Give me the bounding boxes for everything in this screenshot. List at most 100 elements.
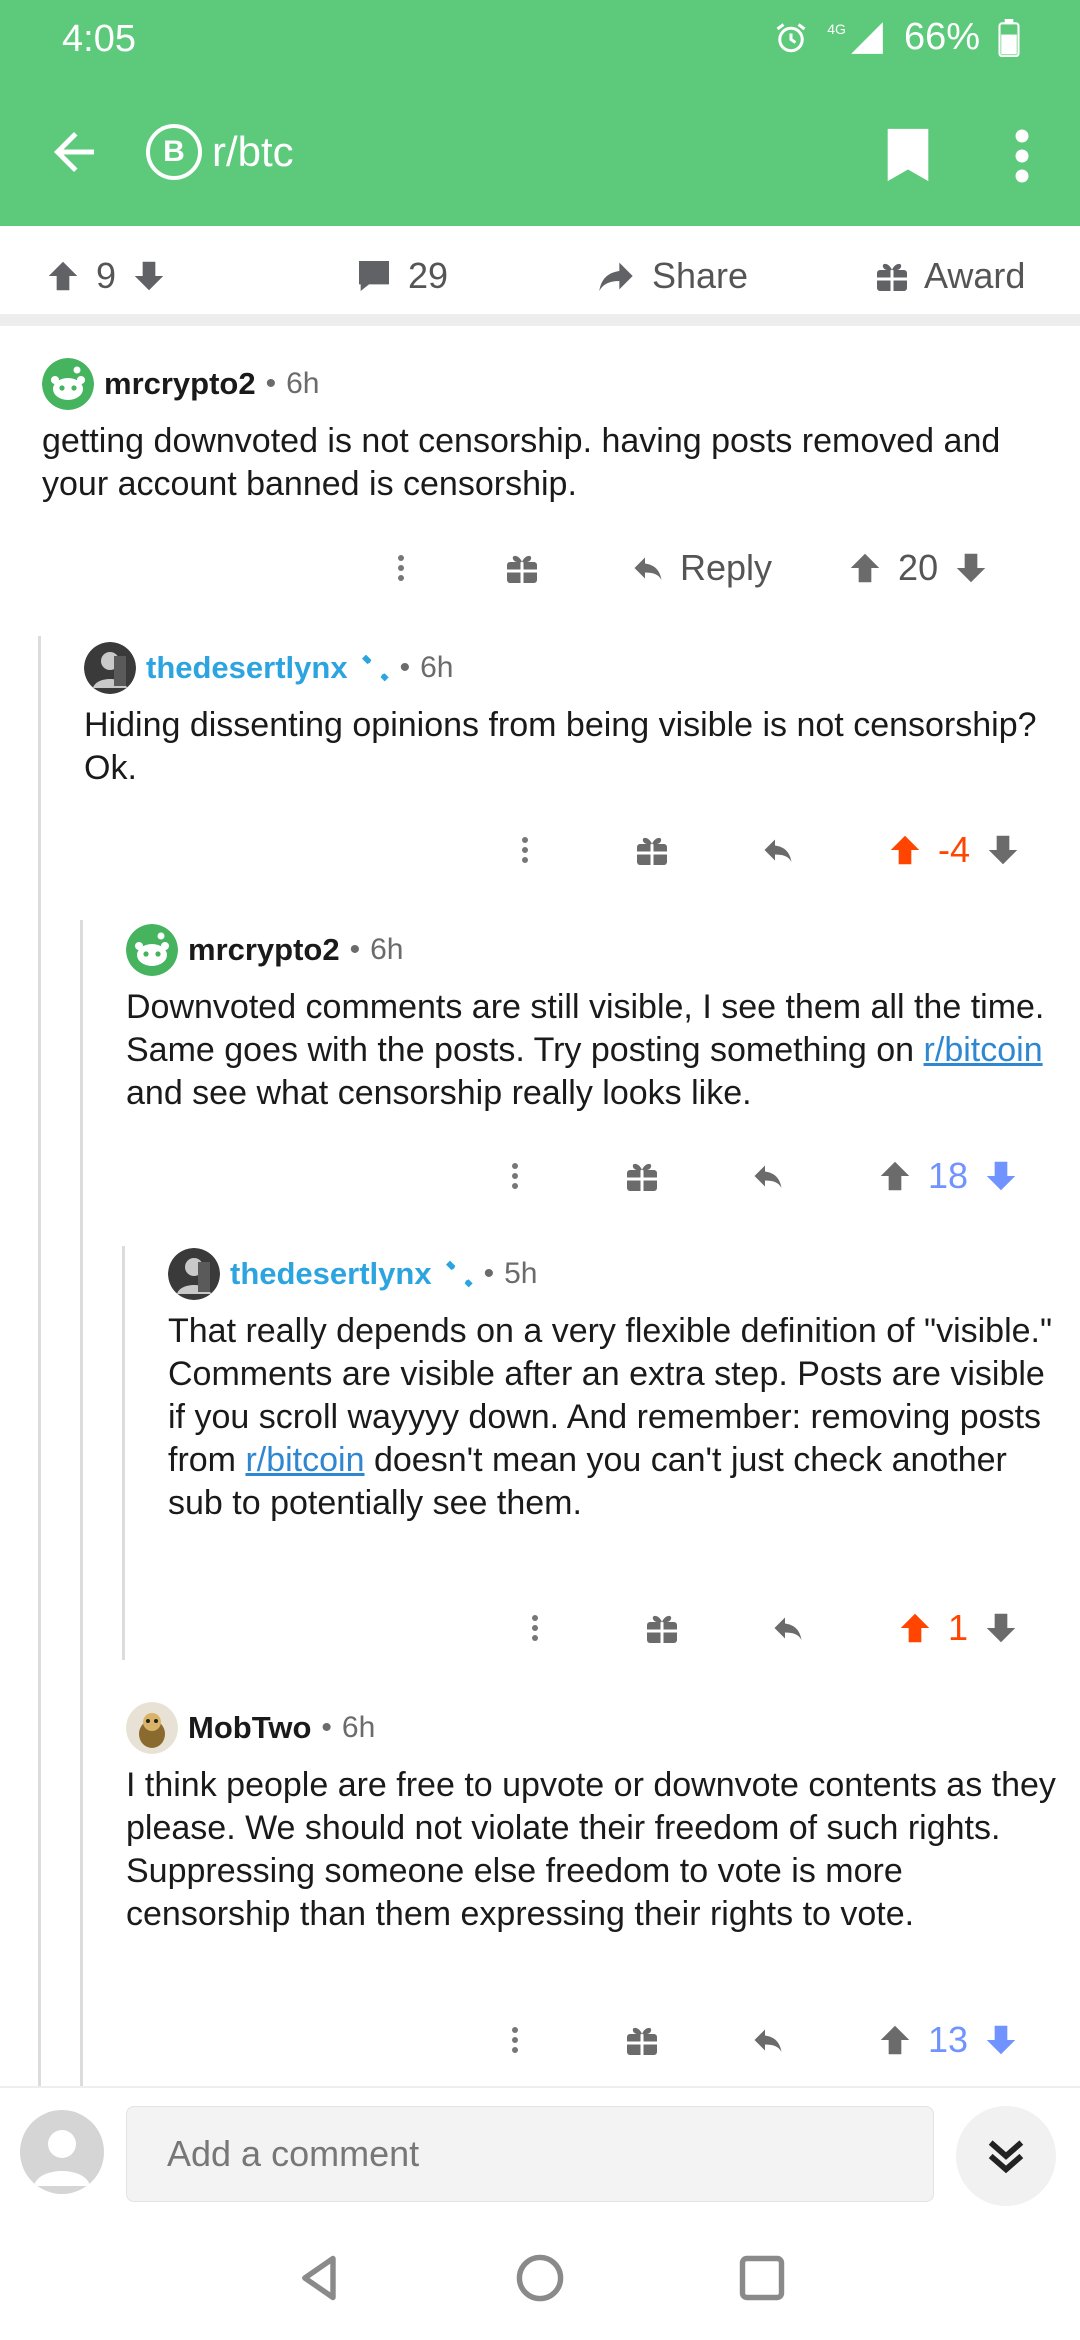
more-options-icon[interactable] bbox=[530, 1610, 540, 1646]
home-circle-icon[interactable] bbox=[514, 2252, 566, 2304]
comment-author[interactable]: mrcrypto2 bbox=[104, 366, 256, 402]
comment-meta-dot: • bbox=[399, 651, 411, 684]
comment-text: Hiding dissenting opinions from being vi… bbox=[84, 706, 1037, 787]
toolbar: B r/btc bbox=[0, 100, 1080, 210]
downvote-arrow-icon[interactable] bbox=[130, 257, 168, 295]
comment-1: mrcrypto2 • 6h getting downvoted is not … bbox=[42, 356, 1042, 506]
comment-time: 6h bbox=[370, 933, 404, 966]
comment-author[interactable]: thedesertlynx bbox=[230, 1256, 432, 1292]
comment-4-actions: 1 bbox=[522, 1598, 1040, 1658]
user-avatar[interactable] bbox=[168, 1248, 220, 1300]
reply-label[interactable]: Reply bbox=[680, 547, 772, 589]
battery-icon bbox=[998, 18, 1020, 57]
comment-author[interactable]: MobTwo bbox=[188, 1710, 311, 1746]
reply-arrow-icon[interactable] bbox=[758, 832, 798, 868]
comment-text: I think people are free to upvote or dow… bbox=[126, 1766, 1056, 1933]
upvote-arrow-icon[interactable] bbox=[876, 1157, 914, 1195]
comment-bubble-icon bbox=[359, 261, 389, 291]
downvote-arrow-icon[interactable] bbox=[982, 2021, 1020, 2059]
comment-score: 1 bbox=[948, 1607, 969, 1648]
upvote-arrow-icon[interactable] bbox=[896, 1609, 934, 1647]
moderator-wrench-icon bbox=[445, 1260, 473, 1288]
comment-time: 5h bbox=[504, 1257, 538, 1290]
comment-body: Hiding dissenting opinions from being vi… bbox=[84, 704, 1044, 790]
gift-icon[interactable] bbox=[644, 1610, 680, 1646]
app-header: 4:05 4G 66% B r/btc bbox=[0, 0, 1080, 226]
user-avatar[interactable] bbox=[84, 642, 136, 694]
comment-score: 18 bbox=[928, 1155, 969, 1196]
upvote-arrow-icon[interactable] bbox=[44, 257, 82, 295]
comment-score: 20 bbox=[898, 547, 939, 588]
post-action-bar: 9 29 Share Award bbox=[0, 226, 1080, 326]
share-button[interactable]: Share bbox=[594, 246, 748, 306]
comments-button[interactable]: 29 bbox=[354, 246, 448, 306]
comment-meta-dot: • bbox=[265, 367, 277, 400]
comment-text: getting downvoted is not censorship. hav… bbox=[42, 422, 1001, 503]
add-comment-input[interactable]: Add a comment bbox=[126, 2106, 934, 2202]
comment-time: 6h bbox=[420, 651, 454, 684]
next-comment-button[interactable] bbox=[956, 2106, 1056, 2206]
upvote-arrow-icon[interactable] bbox=[846, 549, 884, 587]
comment-3-actions: 18 bbox=[502, 1146, 1040, 1206]
network-type: 4G bbox=[827, 20, 846, 37]
upvote-arrow-icon[interactable] bbox=[876, 2021, 914, 2059]
award-label: Award bbox=[924, 255, 1026, 296]
battery-percent: 66% bbox=[903, 16, 980, 58]
reply-arrow-icon[interactable] bbox=[748, 1158, 788, 1194]
gift-icon[interactable] bbox=[624, 2022, 660, 2058]
gift-icon[interactable] bbox=[634, 832, 670, 868]
comment-time: 6h bbox=[286, 367, 320, 400]
overflow-menu-icon[interactable] bbox=[1008, 126, 1036, 186]
upvote-arrow-icon[interactable] bbox=[886, 831, 924, 869]
downvote-arrow-icon[interactable] bbox=[982, 1609, 1020, 1647]
comment-5-actions: 13 bbox=[502, 2010, 1040, 2070]
comment-2-actions: -4 bbox=[506, 820, 1040, 880]
more-options-icon[interactable] bbox=[510, 1158, 520, 1194]
snoo-avatar[interactable] bbox=[42, 358, 94, 410]
bookmark-icon[interactable] bbox=[884, 126, 932, 184]
subreddit-link[interactable]: r/bitcoin bbox=[924, 1031, 1043, 1069]
subreddit-link[interactable]: r/bitcoin bbox=[245, 1441, 364, 1479]
comment-score: -4 bbox=[938, 829, 971, 870]
reply-arrow-icon[interactable] bbox=[768, 1610, 808, 1646]
recents-square-icon[interactable] bbox=[736, 2252, 788, 2304]
reply-arrow-icon[interactable] bbox=[748, 2022, 788, 2058]
comment-author[interactable]: mrcrypto2 bbox=[188, 932, 340, 968]
reply-arrow-icon[interactable] bbox=[628, 550, 668, 586]
gift-icon[interactable] bbox=[504, 550, 540, 586]
thread-line bbox=[80, 920, 83, 2086]
comment-2: thedesertlynx • 6h Hiding dissenting opi… bbox=[84, 640, 1044, 790]
more-options-icon[interactable] bbox=[510, 2022, 520, 2058]
comment-body: I think people are free to upvote or dow… bbox=[126, 1764, 1066, 1936]
thread-line bbox=[122, 1246, 125, 1660]
comment-4: thedesertlynx • 5h That really depends o… bbox=[168, 1246, 1058, 1525]
comment-1-actions: Reply 20 bbox=[380, 538, 1040, 598]
moderator-wrench-icon bbox=[361, 654, 389, 682]
comment-count: 29 bbox=[408, 255, 449, 296]
comment-text: and see what censorship really looks lik… bbox=[126, 1074, 752, 1112]
post-score: 9 bbox=[96, 255, 117, 296]
comment-meta-dot: • bbox=[483, 1257, 495, 1290]
subreddit-name[interactable]: r/btc bbox=[212, 128, 294, 176]
gift-icon[interactable] bbox=[624, 1158, 660, 1194]
downvote-arrow-icon[interactable] bbox=[952, 549, 990, 587]
user-avatar[interactable] bbox=[126, 1702, 178, 1754]
status-time: 4:05 bbox=[62, 18, 136, 60]
downvote-arrow-icon[interactable] bbox=[982, 1157, 1020, 1195]
more-options-icon[interactable] bbox=[520, 832, 530, 868]
back-triangle-icon[interactable] bbox=[294, 2252, 346, 2304]
back-arrow-icon[interactable] bbox=[44, 122, 104, 182]
comment-body: getting downvoted is not censorship. hav… bbox=[42, 420, 1042, 506]
downvote-arrow-icon[interactable] bbox=[984, 831, 1022, 869]
comment-score: 13 bbox=[928, 2019, 969, 2060]
comment-composer-bar: Add a comment bbox=[0, 2086, 1080, 2216]
comment-author[interactable]: thedesertlynx bbox=[146, 650, 348, 686]
subreddit-bitcoin-icon[interactable]: B bbox=[146, 124, 202, 180]
snoo-avatar[interactable] bbox=[126, 924, 178, 976]
more-options-icon[interactable] bbox=[396, 550, 406, 586]
alarm-icon bbox=[776, 22, 806, 52]
current-user-avatar[interactable] bbox=[20, 2110, 104, 2194]
comment-body: That really depends on a very flexible d… bbox=[168, 1310, 1058, 1525]
comment-meta-dot: • bbox=[349, 933, 361, 966]
award-button[interactable]: Award bbox=[874, 246, 1025, 306]
